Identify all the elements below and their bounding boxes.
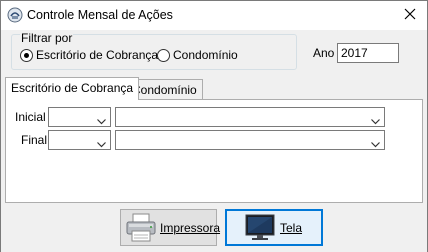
chevron-down-icon[interactable]: [371, 137, 380, 151]
inicial-name-select[interactable]: [115, 107, 385, 127]
ano-label: Ano: [313, 46, 335, 60]
inicial-label: Inicial: [15, 110, 46, 124]
radio-condominio[interactable]: Condomínio: [157, 48, 238, 62]
tab-escritorio-de-cobranca[interactable]: Escritório de Cobrança: [5, 77, 140, 100]
close-button[interactable]: [393, 1, 427, 30]
radio-escritorio[interactable]: Escritório de Cobrança: [20, 48, 158, 62]
chevron-down-icon[interactable]: [97, 137, 106, 151]
tab-panel: Inicial Final: [5, 99, 423, 203]
button-bar: Impressora Tela: [1, 204, 427, 252]
final-label: Final: [21, 133, 48, 147]
printer-icon: [125, 213, 157, 243]
radio-indicator-checked[interactable]: [20, 48, 33, 62]
tela-button[interactable]: Tela: [225, 209, 323, 246]
dialog-window: Controle Mensal de Ações Filtrar por Esc…: [0, 0, 428, 252]
final-name-select[interactable]: [115, 130, 385, 150]
chevron-down-icon[interactable]: [97, 114, 106, 128]
impressora-button[interactable]: Impressora: [120, 209, 221, 246]
final-code-select[interactable]: [48, 130, 111, 150]
close-icon: [404, 8, 416, 23]
radio-label-condominio: Condomínio: [173, 48, 238, 62]
app-icon: [7, 7, 23, 23]
monitor-icon: [245, 214, 275, 242]
ano-input[interactable]: [337, 43, 399, 63]
radio-indicator[interactable]: [157, 48, 170, 62]
inicial-code-select[interactable]: [48, 107, 111, 127]
radio-label-escritorio: Escritório de Cobrança: [36, 48, 159, 62]
window-title: Controle Mensal de Ações: [27, 8, 173, 22]
chevron-down-icon[interactable]: [371, 114, 380, 128]
title-bar[interactable]: Controle Mensal de Ações: [1, 1, 427, 30]
filter-legend: Filtrar por: [20, 31, 74, 45]
tela-label: Tela: [280, 220, 303, 235]
impressora-label: Impressora: [160, 220, 221, 235]
filter-groupbox: Filtrar por Escritório de Cobrança Condo…: [11, 31, 297, 70]
